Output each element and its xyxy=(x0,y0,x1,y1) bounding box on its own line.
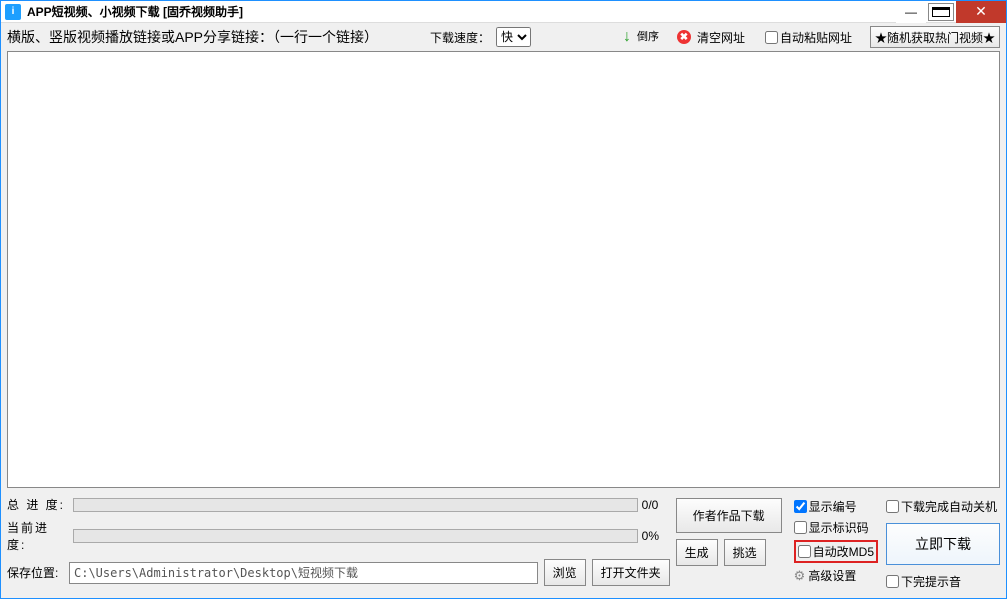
clear-icon[interactable]: ✖ xyxy=(677,30,691,44)
dl-speed-select[interactable]: 快 xyxy=(496,27,531,47)
advanced-settings-link[interactable]: ⚙ 高级设置 xyxy=(794,567,878,584)
show-id-checkbox[interactable]: 显示标识码 xyxy=(794,519,878,536)
random-hot-video-button[interactable]: ★随机获取热门视频★ xyxy=(870,26,1000,48)
app-window: i APP短视频、小视频下载 [固乔视频助手] — ✕ 横版、竖版视频播放链接或… xyxy=(0,0,1007,599)
maximize-button[interactable] xyxy=(928,3,954,21)
browse-button[interactable]: 浏览 xyxy=(544,559,586,586)
right-panel: 作者作品下载 生成 挑选 显示编号 显示标识码 自动改MD5 xyxy=(676,498,1000,590)
current-progress-label: 当前进度: xyxy=(7,519,67,553)
url-area-wrap xyxy=(1,51,1006,492)
save-location-row: 保存位置: 浏览 打开文件夹 xyxy=(7,559,670,586)
total-progress-text: 0/0 xyxy=(642,498,670,512)
clear-urls-button[interactable]: 清空网址 xyxy=(697,29,745,46)
bottom-panel: 总 进 度: 0/0 作者作品下载 生成 挑选 显示编号 显 xyxy=(1,492,1006,598)
url-input-textarea[interactable] xyxy=(7,51,1000,488)
window-title: APP短视频、小视频下载 [固乔视频助手] xyxy=(27,3,896,20)
auto-paste-checkbox[interactable]: 自动粘贴网址 xyxy=(765,29,852,46)
save-location-label: 保存位置: xyxy=(7,564,63,581)
author-works-button[interactable]: 作者作品下载 xyxy=(676,498,782,533)
gear-icon: ⚙ xyxy=(794,568,806,584)
auto-md5-checkbox[interactable]: 自动改MD5 xyxy=(794,540,878,563)
save-location-input[interactable] xyxy=(69,562,538,584)
total-progress-label: 总 进 度: xyxy=(7,496,67,513)
reverse-order-button[interactable]: 倒序 xyxy=(637,32,659,42)
close-button[interactable]: ✕ xyxy=(956,1,1006,23)
show-index-checkbox[interactable]: 显示编号 xyxy=(794,498,878,515)
arrow-down-icon[interactable]: ↓ xyxy=(623,28,631,46)
auto-shutdown-checkbox[interactable]: 下载完成自动关机 xyxy=(886,498,1000,515)
window-controls: — ✕ xyxy=(896,1,1006,23)
titlebar: i APP短视频、小视频下载 [固乔视频助手] — ✕ xyxy=(1,1,1006,23)
current-progress-text: 0% xyxy=(642,529,670,543)
download-now-button[interactable]: 立即下载 xyxy=(886,523,1000,565)
current-progress-bar xyxy=(73,529,638,543)
total-progress-bar xyxy=(73,498,638,512)
app-icon: i xyxy=(5,4,21,20)
total-progress-wrap: 0/0 xyxy=(73,498,670,512)
options-column: 显示编号 显示标识码 自动改MD5 ⚙ 高级设置 xyxy=(790,498,878,584)
dl-speed-label: 下载速度： xyxy=(430,29,490,46)
top-toolbar: 横版、竖版视频播放链接或APP分享链接：（一行一个链接） 下载速度： 快 ↓ 倒… xyxy=(1,23,1006,51)
generate-button[interactable]: 生成 xyxy=(676,539,718,566)
minimize-button[interactable]: — xyxy=(896,1,926,23)
current-progress-wrap: 0% xyxy=(73,529,670,543)
main-instruction-label: 横版、竖版视频播放链接或APP分享链接：（一行一个链接） xyxy=(7,27,378,47)
open-folder-button[interactable]: 打开文件夹 xyxy=(592,559,670,586)
done-sound-checkbox[interactable]: 下完提示音 xyxy=(886,573,1000,590)
pick-button[interactable]: 挑选 xyxy=(724,539,766,566)
right-column-2: 下载完成自动关机 立即下载 下完提示音 xyxy=(886,498,1000,590)
auto-paste-input[interactable] xyxy=(765,31,778,44)
